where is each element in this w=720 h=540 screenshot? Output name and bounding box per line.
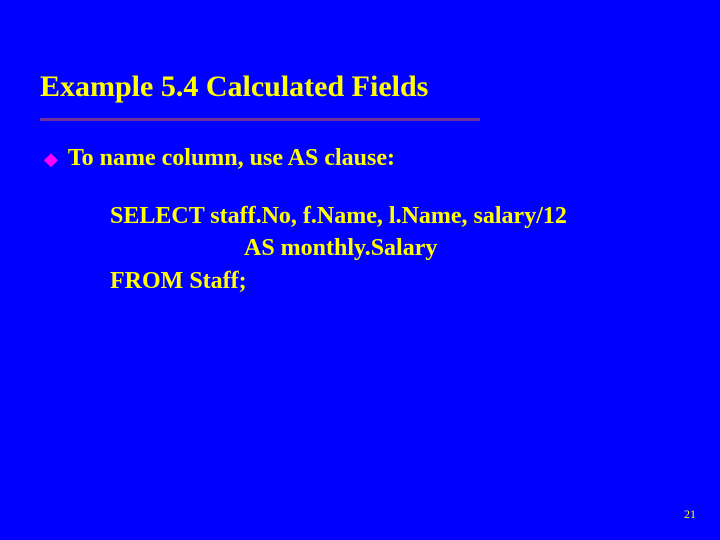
code-line-1: SELECT staff.No, f.Name, l.Name, salary/…: [110, 200, 680, 232]
code-line-3: FROM Staff;: [110, 265, 680, 297]
diamond-icon: ◆: [44, 149, 58, 170]
page-number: 21: [684, 507, 696, 522]
slide-title: Example 5.4 Calculated Fields: [40, 70, 680, 112]
code-block: SELECT staff.No, f.Name, l.Name, salary/…: [110, 200, 680, 297]
title-underline: [40, 118, 480, 121]
code-line-2: AS monthly.Salary: [244, 232, 680, 264]
slide-container: Example 5.4 Calculated Fields ◆ To name …: [0, 0, 720, 297]
bullet-item: ◆ To name column, use AS clause:: [44, 145, 680, 172]
bullet-text: To name column, use AS clause:: [68, 145, 395, 172]
